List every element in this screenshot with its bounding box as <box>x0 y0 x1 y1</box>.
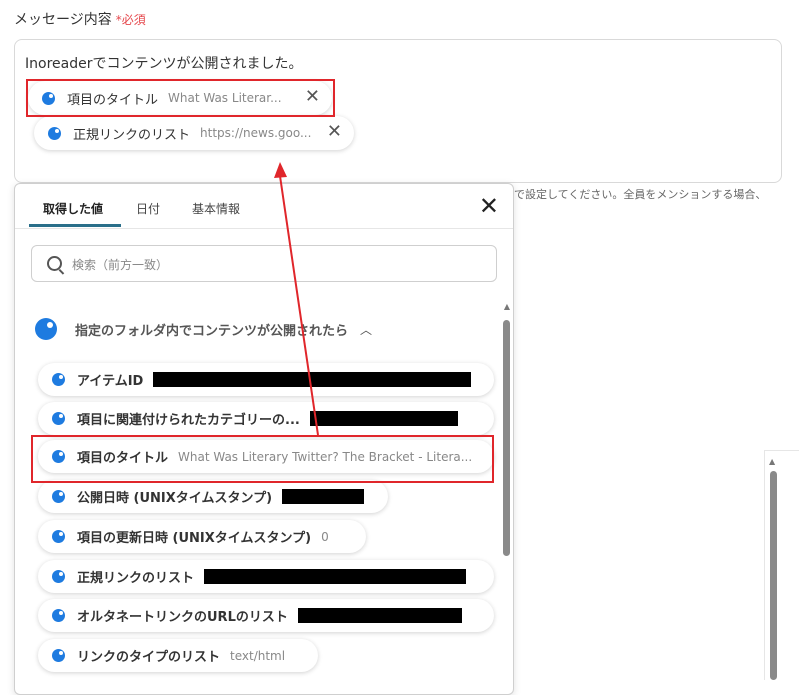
tab-retrieved-values[interactable]: 取得した値 <box>43 200 103 217</box>
chip-canonical-links[interactable]: 正規リンクのリスト https://news.goo... ✕ <box>34 116 354 150</box>
output-icon <box>52 373 65 386</box>
required-label: 必須 <box>121 13 146 27</box>
output-icon <box>48 126 61 140</box>
trigger-icon <box>35 318 57 340</box>
output-icon <box>52 609 65 622</box>
close-icon[interactable]: ✕ <box>305 88 320 106</box>
list-item[interactable]: 項目のタイトル What Was Literary Twitter? The B… <box>38 440 494 473</box>
output-icon <box>52 490 65 503</box>
tab-basic-info[interactable]: 基本情報 <box>192 200 240 217</box>
item-value: text/html <box>230 648 286 663</box>
field-hint: で設定してください。全員をメンションする場合、 <box>514 188 767 201</box>
item-label: 公開日時 (UNIXタイムスタンプ) <box>77 491 273 506</box>
chip-label: 項目のタイトル <box>67 92 159 108</box>
tab-bar: 取得した値 日付 基本情報 ✕ <box>15 184 513 229</box>
output-icon <box>52 530 65 543</box>
output-icon <box>52 570 65 583</box>
list-item[interactable]: 正規リンクのリスト <box>38 560 494 593</box>
scroll-up-icon[interactable]: ▲ <box>504 302 510 311</box>
item-label: 項目の更新日時 (UNIXタイムスタンプ) <box>77 531 312 546</box>
search-input[interactable] <box>70 254 484 276</box>
list-item[interactable]: アイテムID <box>38 363 494 396</box>
required-marker: *必須 <box>115 13 146 27</box>
value-picker-panel: 取得した値 日付 基本情報 ✕ 指定のフォルダ内でコンテンツが公開されたら ︿ … <box>14 183 514 695</box>
output-icon <box>52 649 65 662</box>
chip-item-title[interactable]: 項目のタイトル What Was Literar... ✕ <box>28 81 332 115</box>
list-item[interactable]: 項目の更新日時 (UNIXタイムスタンプ) 0 <box>38 520 366 553</box>
search-icon <box>47 256 62 271</box>
scroll-up-icon[interactable]: ▲ <box>769 457 775 466</box>
scrollbar-thumb[interactable] <box>770 471 777 680</box>
output-icon <box>52 412 65 425</box>
redacted-value <box>282 489 365 504</box>
redacted-value <box>309 411 458 426</box>
chip-value: https://news.goo... <box>200 126 312 140</box>
search-field[interactable] <box>31 245 497 282</box>
close-icon[interactable]: ✕ <box>327 123 342 141</box>
redacted-value <box>153 372 472 387</box>
item-label: オルタネートリンクのURLのリスト <box>77 610 288 625</box>
item-label: アイテムID <box>77 374 144 389</box>
tab-date[interactable]: 日付 <box>136 200 160 217</box>
item-label: 正規リンクのリスト <box>77 571 195 586</box>
redacted-value <box>297 608 462 623</box>
list-item[interactable]: リンクのタイプのリスト text/html <box>38 639 318 672</box>
close-icon[interactable]: ✕ <box>479 194 499 218</box>
output-icon <box>42 91 55 105</box>
scrollbar-thumb[interactable] <box>503 320 510 556</box>
list-item[interactable]: 公開日時 (UNIXタイムスタンプ) <box>38 480 388 513</box>
list-item[interactable]: 項目に関連付けられたカテゴリーの... <box>38 402 494 435</box>
item-label: 項目に関連付けられたカテゴリーの... <box>77 413 300 428</box>
item-value: What Was Literary Twitter? The Bracket -… <box>178 449 473 464</box>
group-title: 指定のフォルダ内でコンテンツが公開されたら <box>75 323 349 339</box>
item-label: リンクのタイプのリスト <box>77 650 221 665</box>
background-scroll-area: ▲ <box>764 450 799 680</box>
chip-value: What Was Literar... <box>168 91 282 105</box>
active-tab-indicator <box>29 224 121 227</box>
chip-label: 正規リンクのリスト <box>73 127 191 143</box>
output-icon <box>52 450 65 463</box>
redacted-value <box>204 569 467 584</box>
trigger-group-header[interactable]: 指定のフォルダ内でコンテンツが公開されたら ︿ <box>35 318 372 340</box>
field-label-text: メッセージ内容 <box>14 12 112 28</box>
chevron-up-icon[interactable]: ︿ <box>360 321 372 338</box>
list-item[interactable]: オルタネートリンクのURLのリスト <box>38 599 494 632</box>
field-label: メッセージ内容 *必須 <box>14 9 146 29</box>
item-value: 0 <box>321 529 329 544</box>
message-text: Inoreaderでコンテンツが公開されました。 <box>25 56 303 72</box>
item-label: 項目のタイトル <box>77 451 169 466</box>
